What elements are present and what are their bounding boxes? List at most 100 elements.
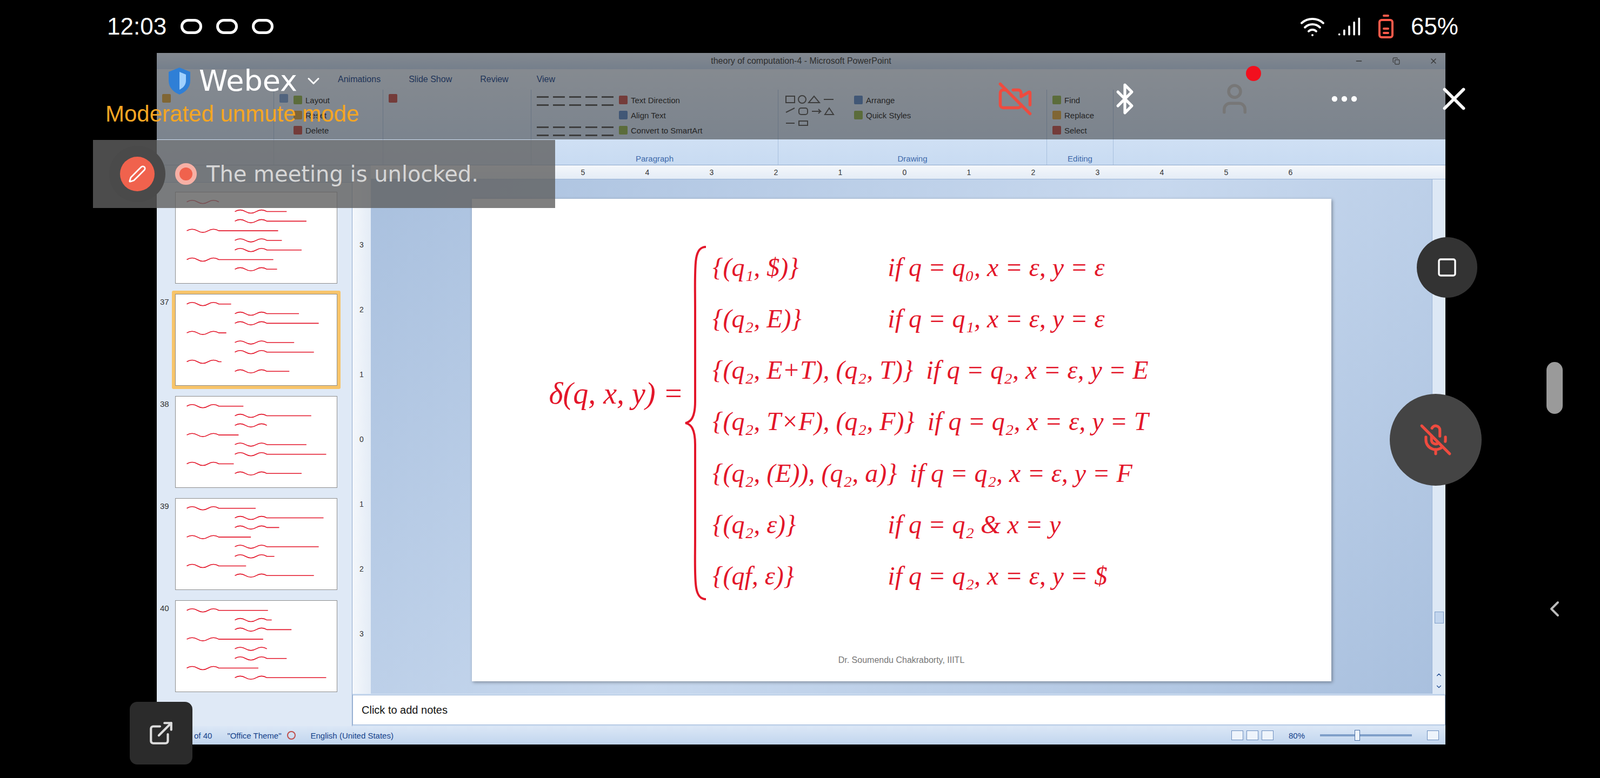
scroll-thumb[interactable] bbox=[1434, 611, 1444, 624]
slide-frame bbox=[171, 290, 341, 390]
window-title: theory of computation-4 - Microsoft Powe… bbox=[710, 56, 891, 66]
ribbon-button[interactable]: Replace bbox=[1052, 109, 1095, 122]
slide-frame bbox=[171, 597, 341, 696]
slide-thumbnail[interactable] bbox=[175, 396, 338, 489]
slide-item[interactable]: 40 bbox=[160, 600, 352, 693]
previous-slide-icon[interactable] bbox=[1435, 671, 1443, 679]
more-button[interactable] bbox=[1325, 80, 1364, 118]
stop-share-button[interactable] bbox=[1416, 237, 1478, 298]
slide-number: 40 bbox=[160, 600, 172, 613]
paragraph-tool-icon[interactable] bbox=[601, 96, 614, 106]
annotate-button[interactable] bbox=[109, 145, 166, 203]
ribbon-button[interactable]: Text Direction bbox=[618, 94, 703, 106]
ribbon-tab[interactable]: Animations bbox=[334, 72, 384, 87]
participant-icon bbox=[1216, 81, 1253, 117]
zoom-thumb[interactable] bbox=[1354, 730, 1360, 742]
font-color-icon[interactable] bbox=[388, 94, 398, 103]
slide-item[interactable]: 38 bbox=[160, 396, 352, 489]
toast-message: The meeting is unlocked. bbox=[206, 161, 479, 187]
case-value: {(q₂, E)} bbox=[712, 303, 875, 334]
ruler-tick: 1 bbox=[352, 342, 371, 408]
ribbon-button-icon bbox=[293, 125, 303, 135]
ruler-tick: 3 bbox=[679, 168, 744, 177]
ruler-tick: 5 bbox=[1194, 168, 1259, 177]
clock: 12:03 bbox=[107, 12, 167, 40]
slide-thumbnail[interactable] bbox=[175, 600, 338, 693]
case-value: {(qf, ε)} bbox=[712, 561, 875, 591]
shapes-gallery-icon[interactable] bbox=[783, 94, 849, 132]
ribbon-tab[interactable]: View bbox=[533, 72, 559, 87]
ribbon-button[interactable]: Select bbox=[1052, 124, 1095, 137]
case-condition: if q = q₂, x = ε, y = T bbox=[927, 406, 1149, 437]
paragraph-tool-icon[interactable] bbox=[569, 96, 582, 106]
paragraph-tool-icon[interactable] bbox=[601, 126, 614, 137]
slideshow-view-icon[interactable] bbox=[1261, 730, 1274, 741]
webex-app-menu[interactable]: Webex bbox=[166, 63, 359, 98]
app-status-bar: of 40 "Office Theme" English (United State… bbox=[156, 726, 1446, 745]
slide[interactable]: δ(q, x, y) ={(q₁, $)}if q = q₀, x = ε, y… bbox=[471, 198, 1332, 682]
paragraph-tool-icon[interactable] bbox=[585, 96, 598, 106]
slide-frame bbox=[171, 495, 341, 594]
case-condition: if q = q₂, x = ε, y = $ bbox=[887, 561, 1108, 591]
paragraph-tool-icon[interactable] bbox=[552, 126, 565, 137]
ribbon-button[interactable]: Quick Styles bbox=[854, 109, 911, 122]
case-row: {(q₂, T×F), (q₂, F)}if q = q₂, x = ε, y … bbox=[712, 406, 1149, 437]
bluetooth-button[interactable] bbox=[1105, 80, 1144, 118]
ribbon-button[interactable]: Align Text bbox=[618, 109, 703, 122]
camera-button[interactable] bbox=[996, 80, 1035, 118]
zoom-slider[interactable] bbox=[1320, 734, 1412, 737]
paragraph-tool-icon[interactable] bbox=[536, 96, 549, 106]
ribbon-tab[interactable]: Review bbox=[476, 72, 512, 87]
wifi-icon bbox=[1299, 13, 1326, 40]
ruler-tick: 3 bbox=[352, 601, 371, 667]
ribbon-button[interactable]: Arrange bbox=[854, 94, 911, 106]
minimize-icon[interactable] bbox=[1354, 56, 1364, 66]
mute-button[interactable] bbox=[1389, 394, 1482, 486]
slide-footer: Dr. Soumendu Chakraborty, IIITL bbox=[471, 655, 1332, 682]
next-slide-icon[interactable] bbox=[1435, 683, 1443, 691]
notes-field[interactable]: Click to add notes bbox=[352, 695, 1446, 726]
paragraph-tool-icon[interactable] bbox=[552, 96, 565, 106]
recording-icon bbox=[175, 163, 197, 185]
popout-button[interactable] bbox=[129, 702, 193, 765]
slide-count: of 40 bbox=[194, 731, 212, 741]
close-window-icon[interactable] bbox=[1429, 56, 1438, 66]
side-panel-toggle[interactable] bbox=[1541, 596, 1568, 625]
curly-brace-icon bbox=[683, 244, 709, 602]
case-condition: if q = q₂, x = ε, y = E bbox=[925, 355, 1149, 385]
slide-thumbnail[interactable] bbox=[175, 498, 338, 591]
battery-percent: 65% bbox=[1410, 12, 1459, 40]
language: English (United States) bbox=[310, 731, 394, 741]
sorter-view-icon[interactable] bbox=[1246, 730, 1259, 741]
ruler-tick: 1 bbox=[936, 168, 1002, 177]
restore-icon[interactable] bbox=[1392, 57, 1400, 65]
normal-view-icon[interactable] bbox=[1231, 730, 1244, 741]
pen-icon bbox=[128, 164, 147, 184]
slide-item[interactable]: 39 bbox=[160, 498, 352, 591]
ribbon-group-label: Editing bbox=[1047, 151, 1113, 165]
participants-button[interactable] bbox=[1215, 80, 1254, 118]
paragraph-tool-icon[interactable] bbox=[536, 126, 549, 137]
case-row: {(q₂, E)}if q = q₁, x = ε, y = ε bbox=[712, 303, 1149, 334]
case-row: {(q₂, (E)), (q₂, a)}if q = q₂, x = ε, y … bbox=[712, 458, 1149, 489]
ruler-tick: 0 bbox=[352, 407, 371, 472]
paragraph-tool-icon[interactable] bbox=[569, 126, 582, 137]
paragraph-tool-icon[interactable] bbox=[585, 126, 598, 137]
ribbon-tab[interactable]: Slide Show bbox=[405, 72, 456, 87]
transition-function: δ(q, x, y) ={(q₁, $)}if q = q₀, x = ε, y… bbox=[471, 198, 1332, 602]
signal-icon bbox=[1337, 14, 1362, 39]
slide-item[interactable]: 37 bbox=[160, 294, 352, 386]
slide-thumbnail[interactable] bbox=[175, 294, 338, 386]
leave-button[interactable] bbox=[1435, 80, 1473, 118]
theme-name: "Office Theme" bbox=[227, 731, 282, 741]
ribbon-button[interactable]: Find bbox=[1052, 94, 1095, 106]
case-row: {(q₁, $)}if q = q₀, x = ε, y = ε bbox=[712, 252, 1149, 283]
edge-panel-handle[interactable] bbox=[1546, 362, 1563, 415]
ribbon-button[interactable]: Convert to SmartArt bbox=[618, 124, 703, 137]
slide-number: 39 bbox=[160, 498, 172, 511]
ruler-tick: 5 bbox=[550, 168, 616, 177]
bluetooth-icon bbox=[1108, 82, 1142, 116]
ruler-tick: 4 bbox=[1129, 168, 1195, 177]
fit-window-icon[interactable] bbox=[1427, 730, 1439, 741]
webex-name: Webex bbox=[198, 63, 298, 98]
